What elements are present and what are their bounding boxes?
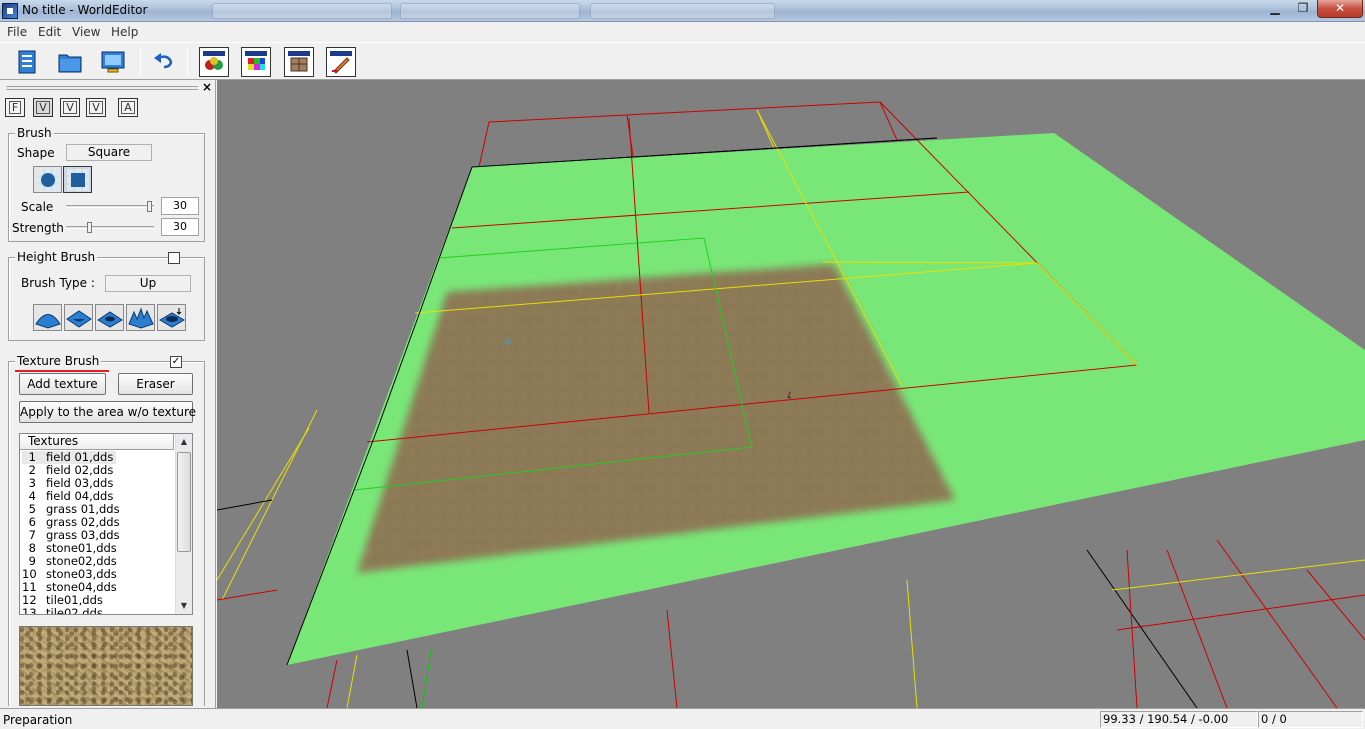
- status-text: Preparation: [3, 713, 73, 727]
- circle-shape-button[interactable]: [33, 166, 62, 193]
- toolbar: [0, 42, 1365, 80]
- shape-label: Shape: [17, 146, 55, 160]
- brush-group-label: Brush: [15, 126, 54, 140]
- texture-brush-underline: [15, 370, 109, 372]
- flatten-brush-button[interactable]: [157, 304, 186, 331]
- background-tab: [212, 3, 392, 19]
- palette-icon[interactable]: [241, 47, 271, 77]
- height-brush-group: Height Brush Brush Type : Up: [8, 250, 205, 341]
- height-brush-checkbox[interactable]: [168, 252, 180, 264]
- cursor-coordinates: 99.33 / 190.54 / -0.00: [1100, 711, 1258, 728]
- panel-close-button[interactable]: ×: [202, 80, 212, 94]
- brush-group: Brush Shape Square Scale 30 Strength 30: [8, 126, 205, 242]
- 3d-viewport[interactable]: [217, 80, 1365, 708]
- flatten-terrain-icon: [158, 307, 185, 328]
- objects-icon[interactable]: [199, 47, 229, 77]
- texture-filename: stone04,dds: [46, 580, 117, 594]
- mode-button-v3[interactable]: V: [86, 98, 106, 117]
- texture-index: 13: [22, 606, 37, 615]
- scrollbar-thumb[interactable]: [177, 452, 191, 552]
- textures-column-header[interactable]: Textures: [20, 434, 174, 450]
- height-brush-label: Height Brush: [15, 250, 98, 264]
- selection-count: 0 / 0: [1258, 711, 1363, 728]
- menu-help[interactable]: Help: [111, 25, 138, 39]
- texture-filename: stone03,dds: [46, 567, 117, 581]
- texture-list-item[interactable]: 13 tile02,dds: [22, 607, 172, 615]
- raise-brush-button[interactable]: [33, 304, 62, 331]
- scroll-down-icon[interactable]: ▼: [176, 598, 192, 614]
- raise-terrain-icon: [34, 313, 61, 329]
- maximize-button[interactable]: ❐: [1289, 0, 1317, 18]
- scale-slider-thumb[interactable]: [147, 201, 153, 212]
- panel-grip[interactable]: [6, 86, 198, 90]
- texture-filename: field 01,dds: [46, 450, 114, 464]
- mode-button-v2[interactable]: V: [60, 98, 80, 117]
- close-button[interactable]: ✕: [1317, 0, 1363, 18]
- status-bar: Preparation 99.33 / 190.54 / -0.00 0 / 0: [0, 708, 1365, 729]
- scale-slider[interactable]: [66, 205, 154, 208]
- texture-filename: field 02,dds: [46, 463, 114, 477]
- noise-brush-button[interactable]: [126, 304, 155, 331]
- menu-edit[interactable]: Edit: [38, 25, 61, 39]
- paint-icon[interactable]: [326, 47, 356, 77]
- texture-list[interactable]: Textures 1 field 01,dds 2 field 02,dds 3 fiel…: [19, 433, 193, 615]
- mode-button-v1[interactable]: V: [33, 98, 53, 117]
- texture-filename: grass 01,dds: [46, 502, 120, 516]
- undo-icon[interactable]: [149, 47, 179, 77]
- square-shape-button[interactable]: [63, 166, 92, 193]
- brush-type-value: Up: [105, 275, 191, 292]
- minimize-button[interactable]: ▁: [1261, 0, 1289, 18]
- toolbar-separator: [140, 48, 141, 76]
- brush-type-label: Brush Type :: [21, 276, 95, 290]
- mode-button-f[interactable]: F: [5, 98, 25, 117]
- smooth-terrain-icon: [96, 310, 123, 328]
- background-tab: [400, 3, 580, 19]
- menu-view[interactable]: View: [72, 25, 100, 39]
- circle-shape-icon: [36, 168, 59, 191]
- scroll-up-icon[interactable]: ▲: [176, 434, 192, 450]
- smooth-brush-button[interactable]: [95, 304, 124, 331]
- square-shape-icon: [66, 168, 89, 191]
- noise-terrain-icon: [127, 307, 154, 329]
- new-file-icon[interactable]: [12, 47, 42, 77]
- scale-value[interactable]: 30: [161, 197, 199, 215]
- strength-label: Strength: [12, 221, 64, 235]
- scale-label: Scale: [21, 200, 54, 214]
- tool-panel: × F V V V A Brush Shape Square Scale 30 …: [0, 80, 216, 708]
- strength-slider[interactable]: [66, 226, 154, 229]
- background-tab: [590, 3, 775, 19]
- app-icon: [2, 3, 18, 19]
- texture-filename: stone01,dds: [46, 541, 117, 555]
- strength-value[interactable]: 30: [161, 218, 199, 236]
- texture-filename: grass 03,dds: [46, 528, 120, 542]
- texture-list-scrollbar[interactable]: ▲ ▼: [175, 434, 192, 614]
- window-title: No title - WorldEditor: [22, 3, 148, 17]
- texture-brush-checkbox[interactable]: ✓: [170, 356, 182, 368]
- texture-filename: field 04,dds: [46, 489, 114, 503]
- toolbar-separator: [187, 48, 188, 76]
- terrain-scene[interactable]: [217, 80, 1365, 708]
- texture-filename: tile01,dds: [46, 593, 103, 607]
- texture-brush-label: Texture Brush: [15, 354, 102, 368]
- apply-area-button[interactable]: Apply to the area w/o texture: [19, 401, 196, 423]
- add-texture-button[interactable]: Add texture: [19, 373, 106, 395]
- texture-filename: stone02,dds: [46, 554, 117, 568]
- strength-slider-thumb[interactable]: [86, 222, 92, 233]
- menu-file[interactable]: File: [7, 25, 27, 39]
- save-monitor-icon[interactable]: [98, 47, 128, 77]
- title-bar: No title - WorldEditor ▁ ❐ ✕: [0, 0, 1365, 22]
- texture-filename: tile02,dds: [46, 606, 103, 615]
- texture-rows: 1 field 01,dds 2 field 02,dds 3 field 03,dds 4…: [22, 450, 172, 615]
- open-folder-icon[interactable]: [55, 47, 85, 77]
- texture-filename: field 03,dds: [46, 476, 114, 490]
- shape-value: Square: [66, 144, 152, 161]
- eraser-button[interactable]: Eraser: [118, 373, 193, 395]
- menu-bar: File Edit View Help: [0, 22, 1365, 42]
- lower-terrain-icon: [65, 309, 92, 328]
- lower-brush-button[interactable]: [64, 304, 93, 331]
- texture-preview: [19, 626, 193, 706]
- texture-icon[interactable]: [284, 47, 314, 77]
- texture-filename: grass 02,dds: [46, 515, 120, 529]
- mode-button-a[interactable]: A: [118, 98, 138, 117]
